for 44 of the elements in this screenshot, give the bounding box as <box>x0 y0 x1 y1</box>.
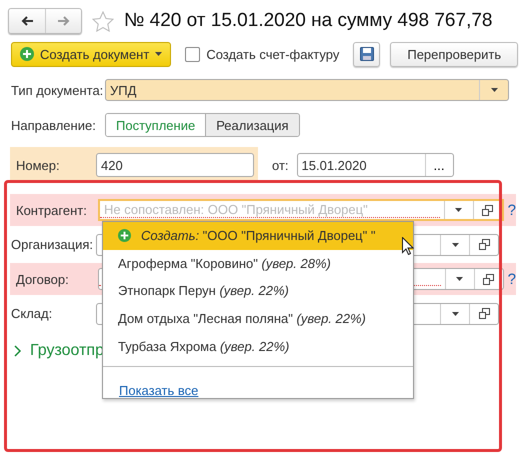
right-arrow-icon <box>58 15 70 27</box>
field-label: Склад: <box>11 306 54 321</box>
dropdown-caret-icon <box>490 88 498 92</box>
chevron-icon[interactable] <box>14 345 22 357</box>
window-title: № 420 от 15.01.2020 на сумму 498 767,78 <box>124 10 492 32</box>
suggestion-item[interactable]: Агроферма "Коровино" (увер. 28%) <box>103 250 413 278</box>
suggestion-item[interactable]: Дом отдыха "Лесная поляна" (увер. 22%) <box>103 304 413 332</box>
open-window-icon <box>478 239 490 250</box>
plus-icon <box>20 47 34 61</box>
number-field[interactable]: 420 <box>96 153 254 177</box>
group-title[interactable]: Грузоотпр <box>30 342 104 360</box>
document-type-field[interactable]: УПД <box>105 79 509 101</box>
date-field[interactable]: 15.01.2020 ... <box>296 153 454 177</box>
field-label: Номер: <box>16 158 61 172</box>
date-picker-button[interactable]: ... <box>424 154 453 176</box>
dropdown-caret-icon <box>452 242 458 246</box>
open-window-icon <box>478 308 490 319</box>
left-arrow-icon <box>21 15 33 27</box>
show-all-link[interactable]: Показать все <box>119 382 198 398</box>
dropdown-caret-icon <box>452 312 458 316</box>
field-label: Организация: <box>11 237 94 252</box>
help-link[interactable]: ? <box>508 270 516 288</box>
field-label: Контрагент: <box>16 202 88 218</box>
field-label: Договор: <box>16 272 70 286</box>
direction-option[interactable]: Реализация <box>205 114 299 136</box>
open-window-icon <box>483 274 494 284</box>
dropdown-caret-icon <box>456 277 464 281</box>
open-window-icon <box>482 204 494 216</box>
field-label: Тип документа: <box>11 82 104 98</box>
star-icon[interactable] <box>92 10 114 32</box>
invoice-checkbox[interactable] <box>185 46 200 62</box>
suggestion-item[interactable]: Создать: "ООО "Пряничный Дворец" " <box>103 222 413 250</box>
plus-icon <box>118 229 131 242</box>
suggestion-item[interactable]: Турбаза Яхрома (увер. 22%) <box>103 332 413 360</box>
checkbox-label: Создать счет-фактуру <box>206 46 340 62</box>
dropdown-caret-icon <box>155 52 162 56</box>
save-button[interactable] <box>353 42 380 66</box>
field-label: Направление: <box>11 118 97 132</box>
recheck-button[interactable]: Перепроверить <box>390 42 518 66</box>
suggestion-item[interactable]: Этнопарк Перун (увер. 22%) <box>103 277 413 305</box>
field-label: от: <box>272 158 289 172</box>
help-link[interactable]: ? <box>508 202 516 218</box>
dropdown-caret-icon <box>455 208 462 212</box>
create-document-button[interactable]: Создать документ <box>11 42 172 66</box>
